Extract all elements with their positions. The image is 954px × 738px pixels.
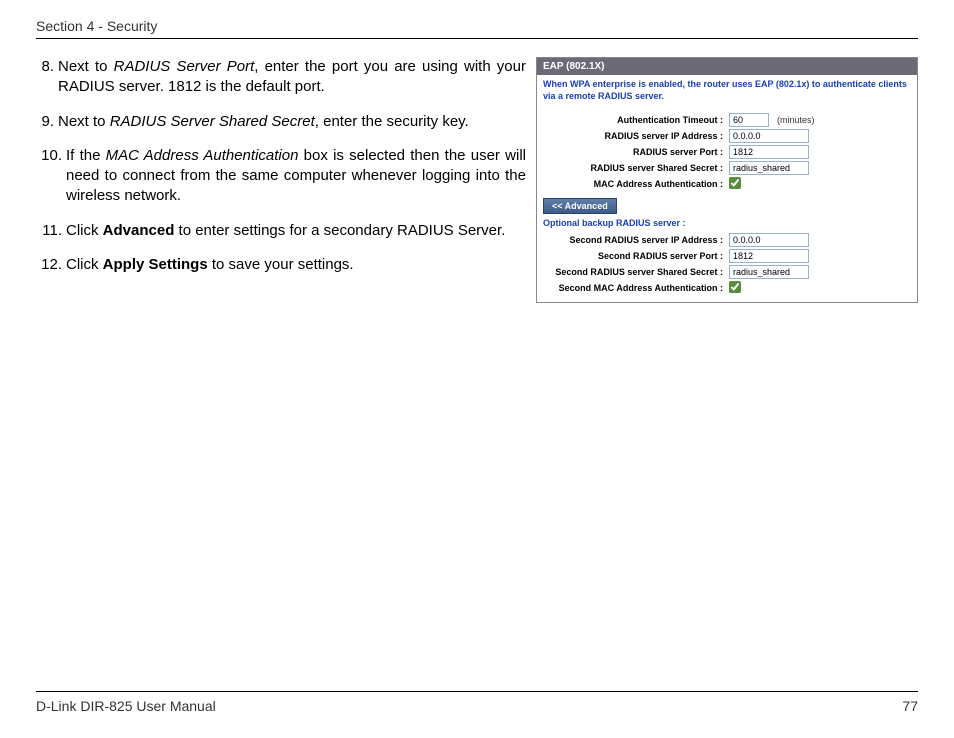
radius-secret-input[interactable] [729, 161, 809, 175]
second-radius-port-input[interactable] [729, 249, 809, 263]
step-body: Click Apply Settings to save your settin… [66, 255, 526, 275]
auth-timeout-input[interactable] [729, 113, 769, 127]
instructions-column: 8.Next to RADIUS Server Port, enter the … [36, 57, 526, 303]
radius-port-label: RADIUS server Port : [543, 147, 723, 157]
section-header: Section 4 - Security [36, 18, 918, 39]
second-radius-ip-label: Second RADIUS server IP Address : [543, 235, 723, 245]
eap-panel: EAP (802.1X) When WPA enterprise is enab… [536, 57, 918, 303]
second-radius-ip-input[interactable] [729, 233, 809, 247]
step-num: 9. [36, 112, 58, 132]
second-mac-auth-label: Second MAC Address Authentication : [543, 283, 723, 293]
footer-manual: D-Link DIR-825 User Manual [36, 698, 216, 714]
step-body: Next to RADIUS Server Shared Secret, ent… [58, 112, 526, 132]
second-radius-secret-label: Second RADIUS server Shared Secret : [543, 267, 723, 277]
page-footer: D-Link DIR-825 User Manual 77 [36, 691, 918, 714]
optional-backup-title: Optional backup RADIUS server : [537, 216, 917, 232]
radius-ip-label: RADIUS server IP Address : [543, 131, 723, 141]
auth-timeout-unit: (minutes) [777, 115, 815, 125]
step-num: 12. [36, 255, 66, 275]
second-radius-port-label: Second RADIUS server Port : [543, 251, 723, 261]
panel-note: When WPA enterprise is enabled, the rout… [537, 75, 917, 112]
mac-auth-label: MAC Address Authentication : [543, 179, 723, 189]
radius-secret-label: RADIUS server Shared Secret : [543, 163, 723, 173]
step-num: 10. [36, 146, 66, 207]
mac-auth-checkbox[interactable] [729, 177, 741, 189]
radius-ip-input[interactable] [729, 129, 809, 143]
radius-port-input[interactable] [729, 145, 809, 159]
step-num: 8. [36, 57, 58, 98]
second-mac-auth-checkbox[interactable] [729, 281, 741, 293]
footer-page: 77 [902, 698, 918, 714]
step-body: If the MAC Address Authentication box is… [66, 146, 526, 207]
auth-timeout-label: Authentication Timeout : [543, 115, 723, 125]
second-radius-secret-input[interactable] [729, 265, 809, 279]
step-num: 11. [36, 221, 66, 241]
step-body: Click Advanced to enter settings for a s… [66, 221, 526, 241]
step-body: Next to RADIUS Server Port, enter the po… [58, 57, 526, 98]
advanced-button[interactable]: << Advanced [543, 198, 617, 214]
panel-title: EAP (802.1X) [537, 58, 917, 75]
